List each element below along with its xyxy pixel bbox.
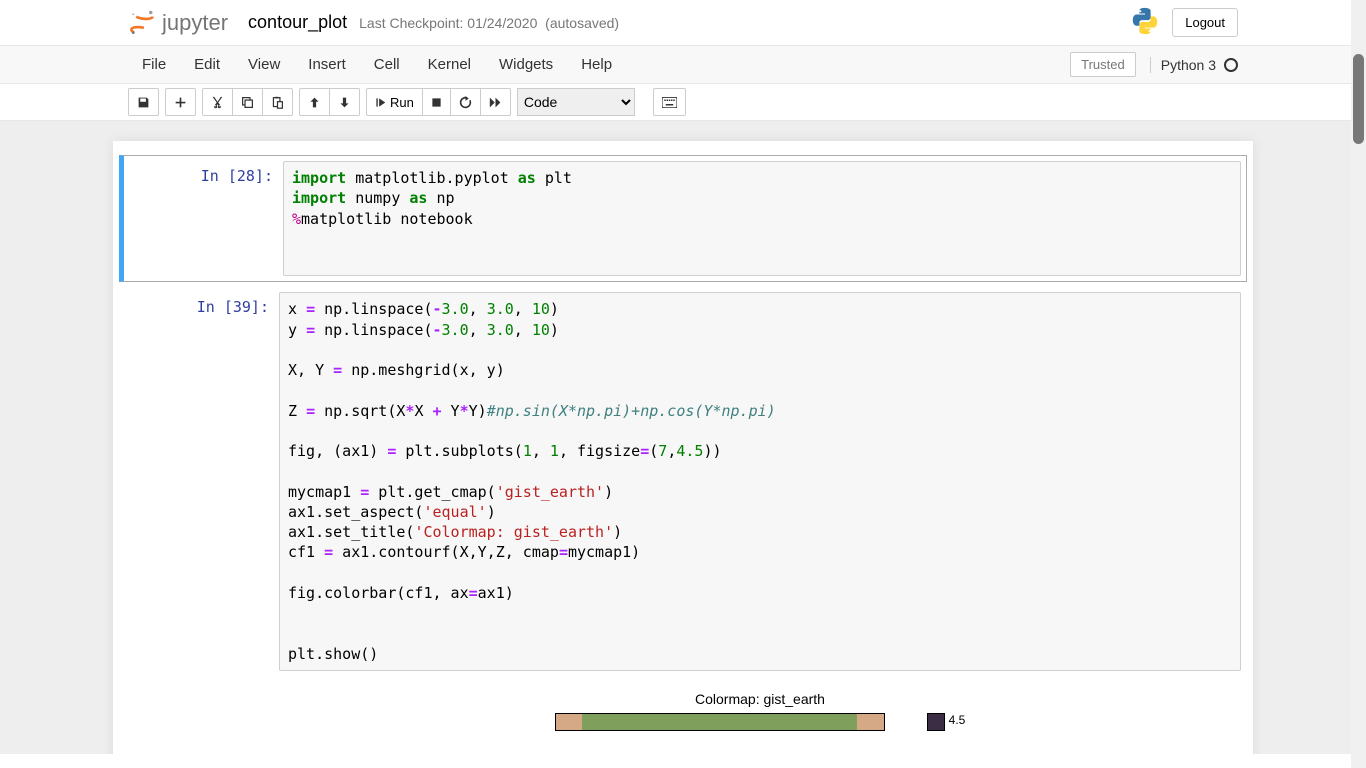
menu-widgets[interactable]: Widgets: [485, 46, 567, 83]
colorbar-tick-label: 4.5: [949, 713, 966, 727]
menu-view[interactable]: View: [234, 46, 294, 83]
menu-insert[interactable]: Insert: [294, 46, 360, 83]
scrollbar-thumb[interactable]: [1353, 54, 1364, 144]
jupyter-icon: [128, 9, 156, 37]
paste-icon: [271, 96, 284, 109]
keyboard-icon: [662, 97, 677, 108]
save-button[interactable]: [128, 88, 159, 116]
contour-plot: [555, 713, 885, 731]
menu-kernel[interactable]: Kernel: [414, 46, 485, 83]
plus-icon: [174, 96, 187, 109]
stop-icon: [431, 97, 442, 108]
cut-icon: [211, 96, 224, 109]
plot-title: Colormap: gist_earth: [267, 691, 1253, 707]
scrollbar-track[interactable]: [1351, 0, 1366, 768]
cut-button[interactable]: [202, 88, 233, 116]
checkpoint-text: Last Checkpoint: 01/24/2020 (autosaved): [359, 15, 619, 31]
run-button[interactable]: Run: [366, 88, 423, 116]
command-palette-button[interactable]: [653, 88, 686, 116]
notebook-header: jupyter contour_plot Last Checkpoint: 01…: [0, 0, 1366, 46]
toolbar: Run Code: [0, 84, 1366, 121]
run-label: Run: [390, 95, 414, 110]
python-logo-icon: [1130, 6, 1160, 39]
trusted-indicator[interactable]: Trusted: [1070, 52, 1136, 77]
jupyter-logo[interactable]: jupyter: [128, 9, 228, 37]
kernel-indicator[interactable]: Python 3: [1150, 57, 1238, 73]
paste-button[interactable]: [262, 88, 293, 116]
run-icon: [375, 97, 386, 108]
restart-button[interactable]: [450, 88, 481, 116]
menubar: File Edit View Insert Cell Kernel Widget…: [0, 46, 1366, 84]
menu-help[interactable]: Help: [567, 46, 626, 83]
notebook-scroll-area[interactable]: In [28]: import matplotlib.pyplot as plt…: [0, 121, 1366, 754]
save-icon: [137, 96, 150, 109]
insert-cell-button[interactable]: [165, 88, 196, 116]
arrow-up-icon: [308, 96, 321, 109]
jupyter-logo-text: jupyter: [162, 10, 228, 36]
colorbar: [927, 713, 945, 731]
cell-type-select[interactable]: Code: [517, 88, 635, 116]
kernel-name: Python 3: [1161, 57, 1216, 73]
input-prompt: In [28]:: [129, 161, 283, 276]
restart-run-all-button[interactable]: [480, 88, 511, 116]
code-input-area[interactable]: x = np.linspace(-3.0, 3.0, 10) y = np.li…: [279, 292, 1241, 671]
code-input-area[interactable]: import matplotlib.pyplot as plt import n…: [283, 161, 1241, 276]
arrow-down-icon: [338, 96, 351, 109]
copy-button[interactable]: [232, 88, 263, 116]
menu-edit[interactable]: Edit: [180, 46, 234, 83]
code-cell[interactable]: In [28]: import matplotlib.pyplot as plt…: [119, 155, 1247, 282]
notebook-container: In [28]: import matplotlib.pyplot as plt…: [113, 141, 1253, 754]
input-prompt: In [39]:: [125, 292, 279, 671]
restart-icon: [459, 96, 472, 109]
menu-file[interactable]: File: [128, 46, 180, 83]
menu-cell[interactable]: Cell: [360, 46, 414, 83]
interrupt-button[interactable]: [422, 88, 451, 116]
kernel-idle-icon: [1224, 58, 1238, 72]
move-down-button[interactable]: [329, 88, 360, 116]
move-up-button[interactable]: [299, 88, 330, 116]
code-cell[interactable]: In [39]: x = np.linspace(-3.0, 3.0, 10) …: [119, 286, 1247, 677]
logout-button[interactable]: Logout: [1172, 8, 1238, 37]
cell-output: Colormap: gist_earth 3 4.5: [113, 681, 1253, 731]
copy-icon: [241, 96, 254, 109]
notebook-name[interactable]: contour_plot: [248, 12, 347, 33]
fast-forward-icon: [489, 96, 502, 109]
